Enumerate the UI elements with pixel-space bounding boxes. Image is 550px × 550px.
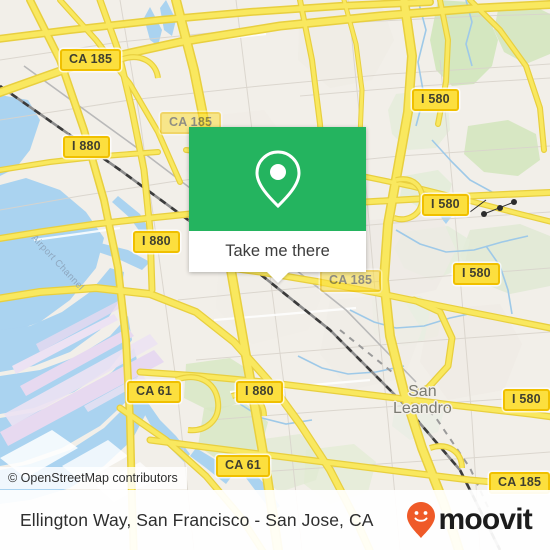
popup-tail: [266, 272, 289, 283]
moovit-smiling-pin-icon: [407, 502, 436, 538]
map-popup-callout[interactable]: Take me there: [189, 127, 366, 283]
highway-shield[interactable]: I 880: [236, 381, 283, 403]
highway-shield[interactable]: I 580: [503, 389, 550, 411]
highway-shield[interactable]: I 580: [453, 263, 500, 285]
highway-shield[interactable]: I 580: [422, 194, 469, 216]
take-me-there-button[interactable]: Take me there: [189, 231, 366, 272]
highway-shield[interactable]: I 580: [412, 89, 459, 111]
moovit-wordmark: moovit: [438, 503, 532, 536]
highway-shield[interactable]: CA 185: [60, 49, 122, 71]
map-screenshot-root: Airport Channel San Leandro CA 185 I 580 C…: [0, 0, 550, 550]
map-pin-icon: [254, 150, 301, 209]
highway-shield[interactable]: CA 61: [127, 381, 181, 403]
highway-shield[interactable]: CA 61: [216, 455, 270, 477]
osm-attribution[interactable]: © OpenStreetMap contributors: [0, 467, 187, 489]
moovit-logo[interactable]: moovit: [406, 501, 533, 539]
highway-shield[interactable]: I 880: [133, 231, 180, 253]
highway-shield[interactable]: CA 185: [320, 270, 382, 292]
bottom-info-bar: Ellington Way, San Francisco - San Jose,…: [0, 490, 550, 550]
highway-shield[interactable]: I 880: [63, 136, 110, 158]
popup-image-area: [189, 127, 366, 231]
address-label: Ellington Way, San Francisco - San Jose,…: [20, 509, 374, 530]
